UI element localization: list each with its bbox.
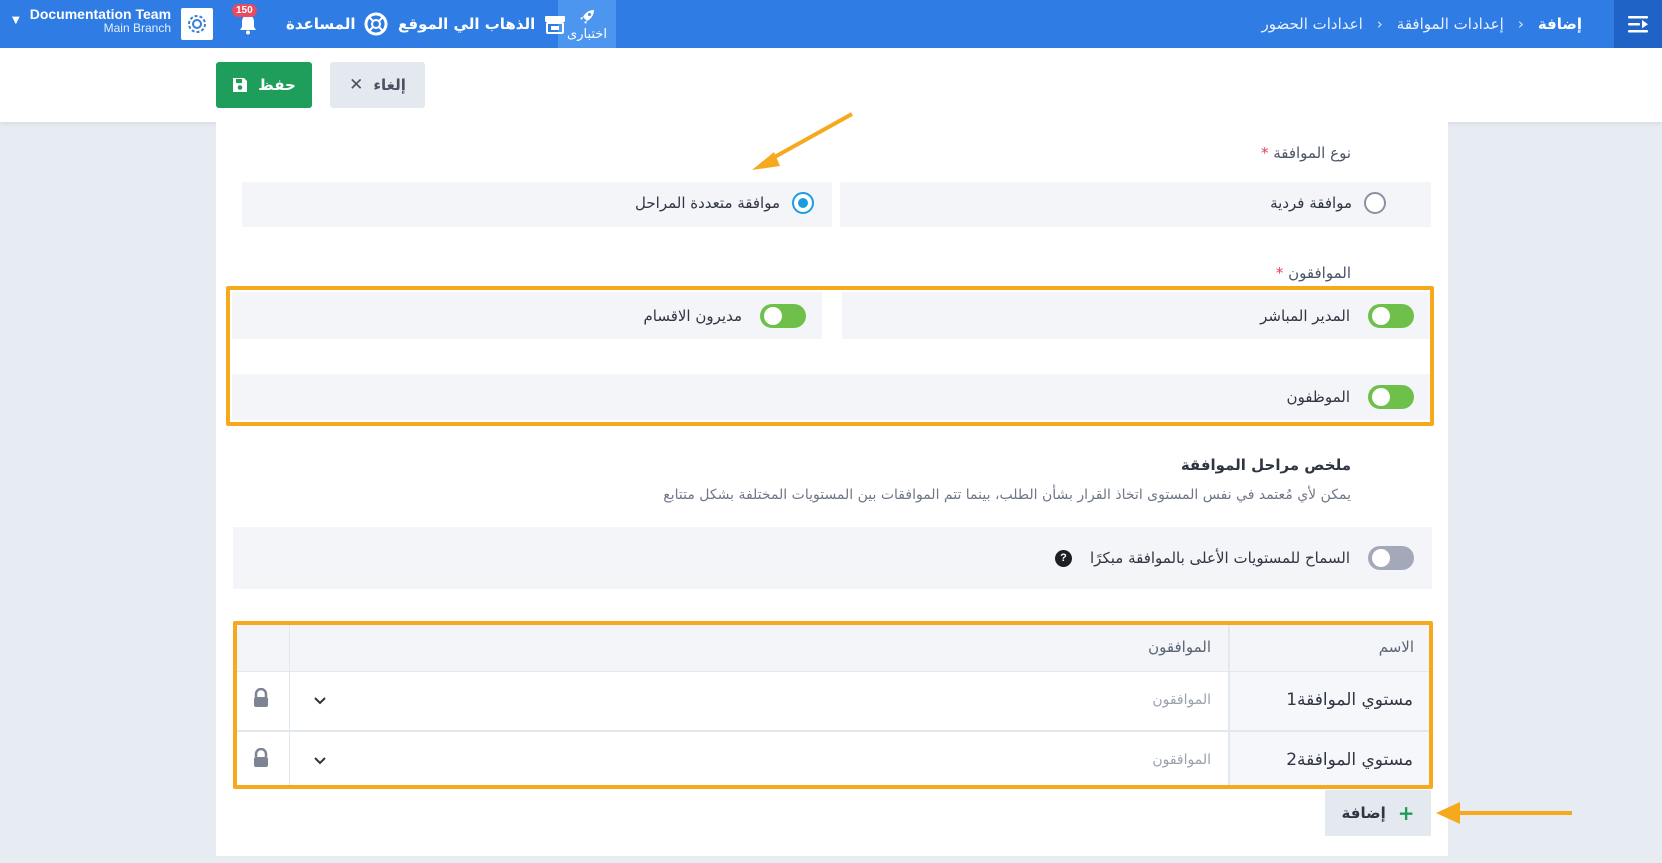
branch-name: Main Branch xyxy=(103,21,172,36)
go-to-site-link[interactable]: الذهاب الي الموقع xyxy=(398,0,567,48)
summary-description: يمكن لأي مُعتمد في نفس المستوى اتخاذ الق… xyxy=(663,487,1351,503)
radio-single-approval[interactable]: موافقة فردية xyxy=(1270,192,1386,214)
sidebar-toggle-button[interactable] xyxy=(1614,0,1662,48)
caret-down-icon: ▼ xyxy=(12,15,20,27)
help-link[interactable]: المساعدة xyxy=(286,0,388,48)
breadcrumb: اعدادات الحضور ‹ إعدادات الموافقة ‹ إضاف… xyxy=(1261,0,1582,48)
top-bar: اعدادات الحضور ‹ إعدادات الموافقة ‹ إضاف… xyxy=(0,0,1662,48)
approvers-label: الموافقون * xyxy=(1275,264,1351,282)
highlight-box-approvers xyxy=(226,286,1434,426)
single-approval-label: موافقة فردية xyxy=(1270,194,1352,212)
breadcrumb-item-add: إضافة xyxy=(1537,15,1582,33)
annotation-arrow-icon xyxy=(1436,802,1572,824)
early-approval-label: السماح للمستويات الأعلى بالموافقة مبكرًا xyxy=(1090,549,1350,567)
trial-label: اختبارى xyxy=(567,26,607,42)
breadcrumb-item-attendance-settings[interactable]: اعدادات الحضور xyxy=(1261,15,1362,33)
approval-type-label: نوع الموافقة * xyxy=(1260,144,1351,162)
plus-icon: + xyxy=(1397,801,1415,825)
breadcrumb-item-approval-settings[interactable]: إعدادات الموافقة xyxy=(1397,15,1504,33)
go-to-site-label: الذهاب الي الموقع xyxy=(398,15,536,33)
annotation-arrow-icon xyxy=(752,112,853,170)
add-label: إضافة xyxy=(1341,804,1386,822)
store-icon xyxy=(545,16,566,34)
rocket-icon xyxy=(580,9,594,24)
save-label: حفظ xyxy=(258,76,296,94)
chevron-left-icon: ‹ xyxy=(1376,15,1383,33)
save-button[interactable]: حفظ xyxy=(216,62,312,108)
summary-title: ملخص مراحل الموافقة xyxy=(1180,456,1351,474)
chevron-left-icon: ‹ xyxy=(1517,15,1524,33)
question-circle-icon[interactable]: ? xyxy=(1055,549,1073,567)
radio-circle-selected[interactable] xyxy=(792,192,814,214)
notification-count-badge: 150 xyxy=(232,4,257,17)
user-menu[interactable]: ▼ Documentation Team Main Branch xyxy=(12,6,171,36)
menu-toggle-icon xyxy=(1628,16,1648,33)
add-level-button[interactable]: + إضافة xyxy=(1325,790,1431,836)
close-icon: ✕ xyxy=(349,75,364,95)
radio-multi-stage-approval[interactable]: موافقة متعددة المراحل xyxy=(635,192,814,214)
multi-stage-approval-label: موافقة متعددة المراحل xyxy=(635,194,780,212)
cancel-button[interactable]: ✕ إلغاء xyxy=(330,62,425,108)
gear-logo-icon xyxy=(188,15,206,33)
floppy-disk-icon xyxy=(233,78,248,92)
life-ring-icon xyxy=(364,12,387,36)
highlight-box-levels-table xyxy=(233,621,1433,789)
help-label: المساعدة xyxy=(286,15,356,33)
company-logo[interactable] xyxy=(181,8,213,40)
toggle-early-approval[interactable]: السماح للمستويات الأعلى بالموافقة مبكرًا… xyxy=(1055,546,1414,570)
cancel-label: إلغاء xyxy=(373,76,406,94)
toggle-switch[interactable] xyxy=(1368,546,1414,570)
radio-circle-unselected[interactable] xyxy=(1364,192,1386,214)
user-name: Documentation Team xyxy=(29,6,172,22)
